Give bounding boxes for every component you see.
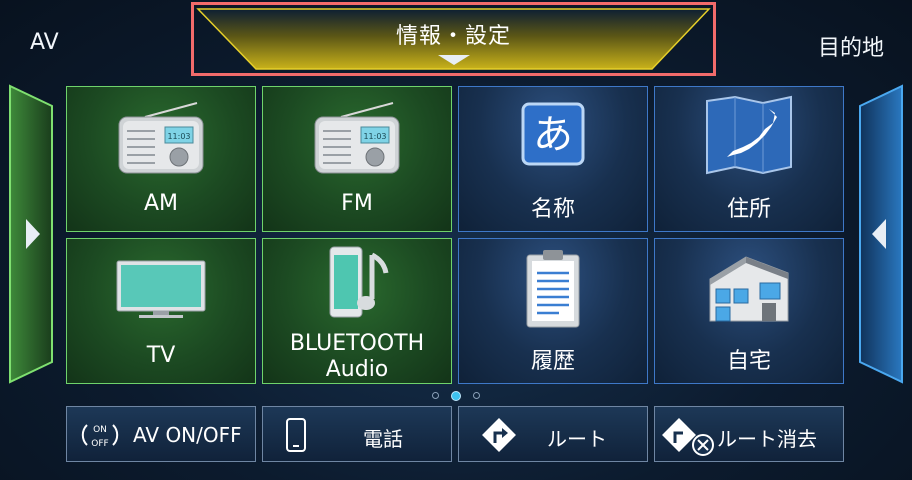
tile-bluetooth-label-line1: BLUETOOTH xyxy=(289,331,425,356)
page-dot-2-active xyxy=(451,391,461,401)
right-arrow-shape xyxy=(859,84,903,384)
tile-am[interactable]: 11:03 AM xyxy=(66,86,256,232)
tile-tv-label: TV xyxy=(146,343,176,368)
phone-button[interactable]: 電話 xyxy=(262,406,452,462)
chevron-down-icon xyxy=(438,55,470,65)
svg-text:ON: ON xyxy=(93,425,107,435)
route-turn-icon xyxy=(482,418,516,452)
av-on-off-button[interactable]: ON OFF AV ON/OFF xyxy=(66,406,256,462)
tile-history-label: 履歴 xyxy=(530,349,575,374)
tile-bluetooth-label: BLUETOOTH Audio xyxy=(263,331,451,383)
tile-am-label: AM xyxy=(143,191,179,216)
japan-map-icon xyxy=(706,95,792,175)
clipboard-icon xyxy=(526,250,580,328)
tile-bluetooth-label-line2: Audio xyxy=(325,357,389,382)
route-delete-label: ルート消去 xyxy=(717,427,817,451)
house-icon xyxy=(709,256,789,322)
phone-label: 電話 xyxy=(363,427,403,451)
route-label: ルート xyxy=(547,427,607,451)
page-dot-1 xyxy=(432,392,439,399)
tile-fm-label: FM xyxy=(341,191,373,216)
tv-icon xyxy=(116,260,206,318)
tile-tv[interactable]: TV xyxy=(66,238,256,384)
tile-history[interactable]: 履歴 xyxy=(458,238,648,384)
route-button[interactable]: ルート xyxy=(458,406,648,462)
svg-text:OFF: OFF xyxy=(91,439,108,449)
destination-label[interactable]: 目的地 xyxy=(818,30,884,62)
radio-icon: 11:03 xyxy=(118,102,204,174)
info-settings-tab[interactable]: 情報・設定 xyxy=(191,2,716,76)
phone-icon xyxy=(286,418,306,452)
av-label[interactable]: AV xyxy=(30,30,59,55)
page-right-arrow[interactable] xyxy=(856,84,904,384)
tile-fm[interactable]: 11:03 FM xyxy=(262,86,452,232)
svg-text:あ: あ xyxy=(533,112,573,158)
info-settings-title: 情報・設定 xyxy=(395,24,511,49)
tile-home[interactable]: 自宅 xyxy=(654,238,844,384)
power-toggle-icon: ON OFF xyxy=(81,424,119,449)
tile-bluetooth-audio[interactable]: BLUETOOTH Audio xyxy=(262,238,452,384)
route-delete-button[interactable]: ルート消去 xyxy=(654,406,844,462)
tile-name-search[interactable]: あ 名称 xyxy=(458,86,648,232)
av-on-off-label: AV ON/OFF xyxy=(133,423,242,447)
tile-name-label: 名称 xyxy=(530,197,575,222)
route-delete-icon xyxy=(662,418,714,456)
phone-music-icon xyxy=(329,246,389,318)
page-dot-3 xyxy=(473,392,480,399)
tile-address-label: 住所 xyxy=(726,197,771,222)
left-arrow-shape xyxy=(9,84,53,384)
svg-text:11:03: 11:03 xyxy=(167,132,190,141)
svg-text:11:03: 11:03 xyxy=(363,132,386,141)
tile-address[interactable]: 住所 xyxy=(654,86,844,232)
hiragana-a-icon: あ xyxy=(521,102,585,166)
page-left-arrow[interactable] xyxy=(8,84,56,384)
radio-icon: 11:03 xyxy=(314,102,400,174)
tile-home-label: 自宅 xyxy=(726,349,771,374)
